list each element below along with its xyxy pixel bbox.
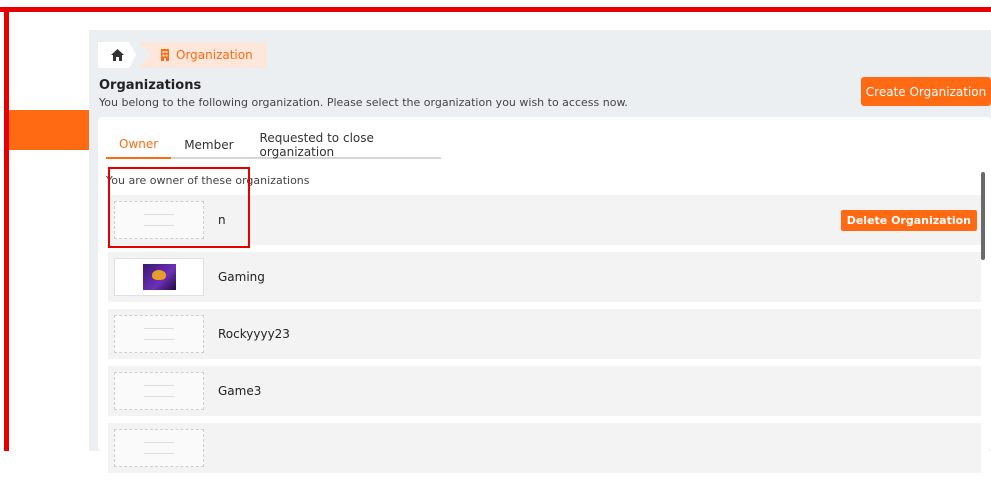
building-icon [161, 49, 169, 61]
organization-logo-placeholder [114, 429, 204, 467]
highlight-frame-top [0, 7, 991, 12]
gaming-logo-image [142, 264, 176, 290]
tab-owner[interactable]: Owner [106, 133, 172, 159]
organization-name: Game3 [218, 384, 262, 398]
organization-logo-placeholder [114, 372, 204, 410]
breadcrumb: Organization [98, 42, 267, 68]
page-title: Organizations [99, 78, 202, 93]
sidebar-item-active[interactable] [9, 110, 89, 150]
organization-row[interactable]: Gaming [108, 252, 981, 302]
page-subtitle: You belong to the following organization… [99, 96, 628, 109]
create-organization-button[interactable]: Create Organization [861, 77, 991, 106]
sidebar [9, 12, 89, 451]
home-icon [110, 49, 124, 61]
tab-requested-close[interactable]: Requested to close organization [247, 131, 441, 159]
tab-bar: Owner Member Requested to close organiza… [106, 131, 441, 159]
highlight-box [108, 167, 250, 248]
breadcrumb-label: Organization [176, 48, 253, 62]
organization-row[interactable]: Rockyyyy23 [108, 309, 981, 359]
organization-logo [114, 258, 204, 296]
organization-name: Rockyyyy23 [218, 327, 290, 341]
delete-organization-button[interactable]: Delete Organization [840, 210, 977, 231]
organization-name: Gaming [218, 270, 265, 284]
tab-member[interactable]: Member [171, 133, 246, 157]
organization-row[interactable] [108, 423, 981, 473]
breadcrumb-organization[interactable]: Organization [138, 42, 267, 68]
organization-row[interactable]: Game3 [108, 366, 981, 416]
breadcrumb-home[interactable] [98, 42, 136, 68]
organization-logo-placeholder [114, 315, 204, 353]
scrollbar[interactable] [981, 172, 985, 260]
